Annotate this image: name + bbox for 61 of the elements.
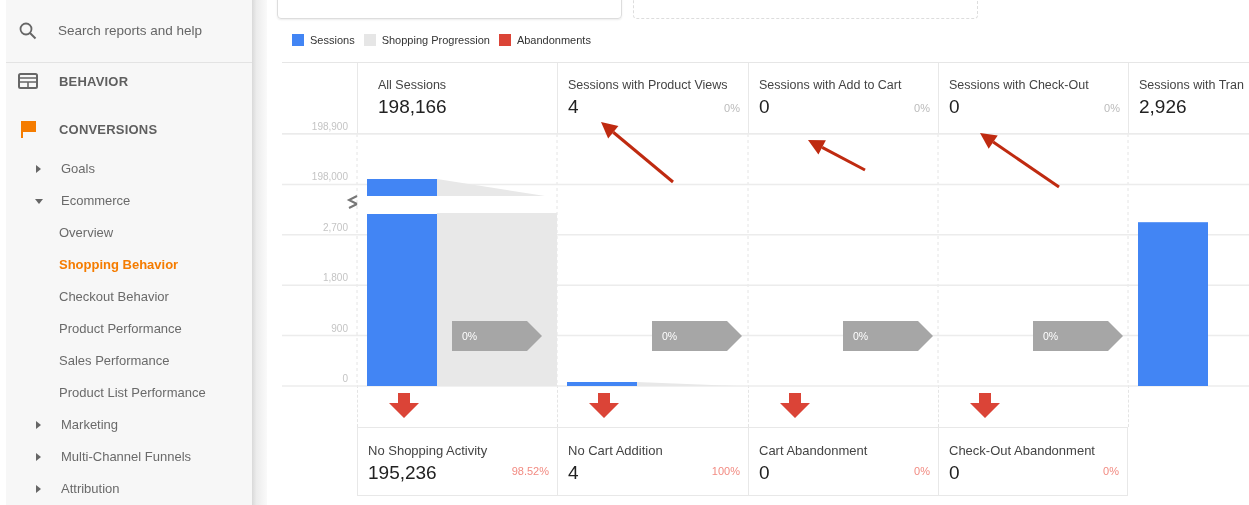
nav-item[interactable]: Sales Performance [59, 353, 170, 369]
stage-percent: 0% [724, 102, 740, 114]
stage-title: Sessions with Product Views [568, 77, 728, 93]
progress-tag: 0% [843, 321, 933, 351]
abandonment-percent: 98.52% [511, 465, 549, 477]
session-bar [567, 382, 637, 386]
stage-value: 0 [949, 95, 960, 118]
abandonment-title: No Cart Addition [568, 443, 663, 459]
nav-section[interactable]: BEHAVIOR [59, 73, 129, 89]
stage-percent: 0% [914, 102, 930, 114]
stage-title: All Sessions [378, 77, 447, 93]
stage-title: Sessions with Add to Cart [759, 77, 902, 93]
stage-value: 0 [759, 95, 770, 118]
axis-label: 198,900 [311, 121, 348, 132]
down-arrow-icon [389, 393, 419, 418]
abandonment-value: 0 [759, 461, 770, 484]
caret-right-icon[interactable] [35, 453, 43, 461]
nav-item[interactable]: Attribution [61, 481, 120, 497]
abandonment-value: 195,236 [368, 461, 437, 484]
search-field[interactable]: Search reports and help [58, 23, 228, 39]
search-icon[interactable] [19, 21, 37, 40]
abandonment-percent: 0% [1103, 465, 1119, 477]
stage-percent: 0% [1104, 102, 1120, 114]
nav-section[interactable]: CONVERSIONS [59, 121, 158, 137]
progress-tag: 0% [652, 321, 742, 351]
progress-tag: 0% [1033, 321, 1123, 351]
stage-value: 198,166 [378, 95, 447, 118]
abandonment-title: No Shopping Activity [368, 443, 488, 459]
nav-item[interactable]: Overview [59, 225, 114, 241]
annotation-arrow [808, 140, 866, 172]
caret-right-icon[interactable] [35, 421, 43, 429]
legend-label: Sessions [310, 34, 355, 46]
abandonment-title: Cart Abandonment [759, 443, 868, 459]
nav-item[interactable]: Marketing [61, 417, 119, 433]
caret-right-icon[interactable] [35, 165, 43, 173]
axis-label: 1,800 [322, 272, 348, 284]
down-arrow-icon [970, 393, 1000, 418]
axis-break-icon [346, 195, 358, 209]
caret-right-icon[interactable] [35, 485, 43, 493]
caret-down-icon[interactable] [35, 197, 43, 205]
stage-value: 2,926 [1139, 95, 1187, 118]
nav-item[interactable]: Multi-Channel Funnels [61, 449, 192, 465]
legend-label: Shopping Progression [381, 34, 490, 46]
abandonment-title: Check-Out Abandonment [949, 443, 1095, 459]
progress-tag: 0% [452, 321, 542, 351]
abandonment-percent: 100% [711, 465, 740, 477]
nav-item[interactable]: Ecommerce [61, 193, 131, 209]
abandonment-value: 4 [568, 461, 579, 484]
nav-item[interactable]: Goals [61, 161, 95, 177]
nav-item[interactable]: Product List Performance [59, 385, 206, 401]
stage-title: Sessions with Check-Out [949, 77, 1089, 93]
stage-title: Sessions with Tran [1139, 77, 1244, 93]
down-arrow-icon [780, 393, 810, 418]
axis-label: 198,000 [311, 171, 348, 183]
abandonment-percent: 0% [914, 465, 930, 477]
legend-label: Abandonments [516, 34, 591, 46]
nav-item[interactable]: Product Performance [59, 321, 182, 337]
down-arrow-icon [589, 393, 619, 418]
stage-value: 4 [568, 95, 579, 118]
nav-item[interactable]: Checkout Behavior [59, 289, 169, 305]
abandonment-value: 0 [949, 461, 960, 484]
